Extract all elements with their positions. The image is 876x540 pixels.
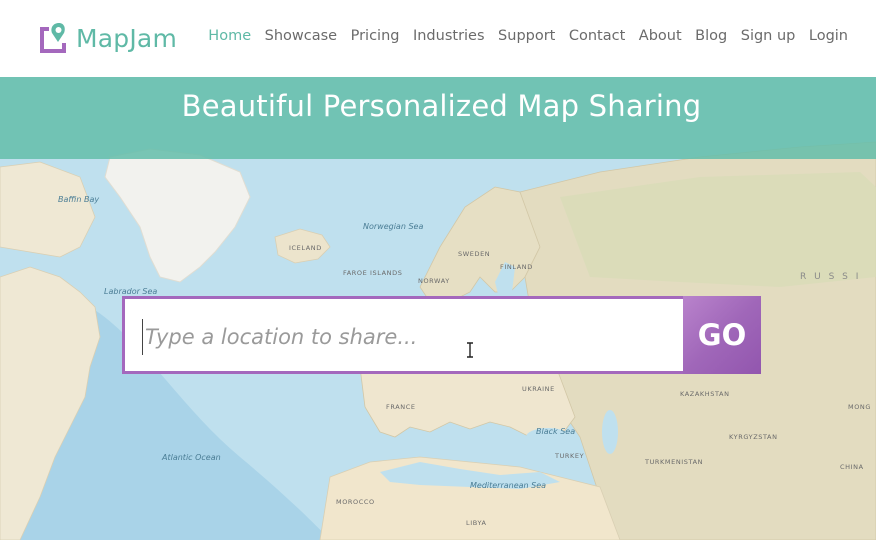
- nav-blog[interactable]: Blog: [695, 28, 727, 44]
- hero-banner: Beautiful Personalized Map Sharing: [0, 77, 876, 159]
- nav-about[interactable]: About: [639, 28, 682, 44]
- nav-signup[interactable]: Sign up: [741, 28, 796, 44]
- map-label-mediterranean: Mediterranean Sea: [470, 481, 547, 490]
- map-label-china: CHINA: [840, 463, 864, 471]
- text-cursor-icon: [467, 342, 473, 358]
- map-label-kyrgyzstan: KYRGYZSTAN: [729, 433, 778, 441]
- map-label-mongolia: MONG: [848, 403, 872, 411]
- map-label-norway: NORWAY: [418, 277, 450, 285]
- map-label-russia: R U S S I: [800, 272, 861, 282]
- map-label-black-sea: Black Sea: [536, 427, 576, 436]
- mapjam-logo-icon: [40, 23, 66, 53]
- nav-home[interactable]: Home: [208, 28, 251, 44]
- map-label-turkmenistan: TURKMENISTAN: [645, 458, 704, 466]
- map-label-turkey: TURKEY: [555, 452, 585, 460]
- map-label-baffin: Baffin Bay: [58, 195, 100, 204]
- main-nav: Home Showcase Pricing Industries Support…: [195, 28, 848, 44]
- map-label-morocco: MOROCCO: [336, 498, 375, 506]
- map-label-faroe: FAROE ISLANDS: [343, 269, 403, 277]
- nav-showcase[interactable]: Showcase: [265, 28, 337, 44]
- map-label-kazakhstan: KAZAKHSTAN: [680, 390, 730, 398]
- nav-login[interactable]: Login: [809, 28, 848, 44]
- go-button[interactable]: GO: [683, 296, 761, 374]
- logo-text: MapJam: [76, 23, 178, 53]
- map-label-atlantic: Atlantic Ocean: [162, 453, 221, 462]
- logo[interactable]: MapJam: [37, 20, 177, 56]
- nav-pricing[interactable]: Pricing: [351, 28, 400, 44]
- map-label-sweden: SWEDEN: [458, 250, 491, 258]
- nav-industries[interactable]: Industries: [413, 28, 485, 44]
- map-label-ukraine: UKRAINE: [522, 385, 555, 393]
- site-header: MapJam Home Showcase Pricing Industries …: [0, 0, 876, 77]
- location-search-input[interactable]: [142, 319, 662, 355]
- map-label-labrador-sea: Labrador Sea: [104, 287, 158, 296]
- nav-contact[interactable]: Contact: [569, 28, 625, 44]
- nav-support[interactable]: Support: [498, 28, 555, 44]
- map-label-france: FRANCE: [386, 403, 416, 411]
- location-search: [122, 296, 685, 374]
- map-label-libya: LIBYA: [466, 519, 487, 527]
- map-label-finland: FINLAND: [500, 263, 533, 271]
- map-label-iceland: ICELAND: [289, 244, 322, 252]
- map-label-norwegian-sea: Norwegian Sea: [363, 222, 424, 231]
- hero-title: Beautiful Personalized Map Sharing: [181, 89, 702, 123]
